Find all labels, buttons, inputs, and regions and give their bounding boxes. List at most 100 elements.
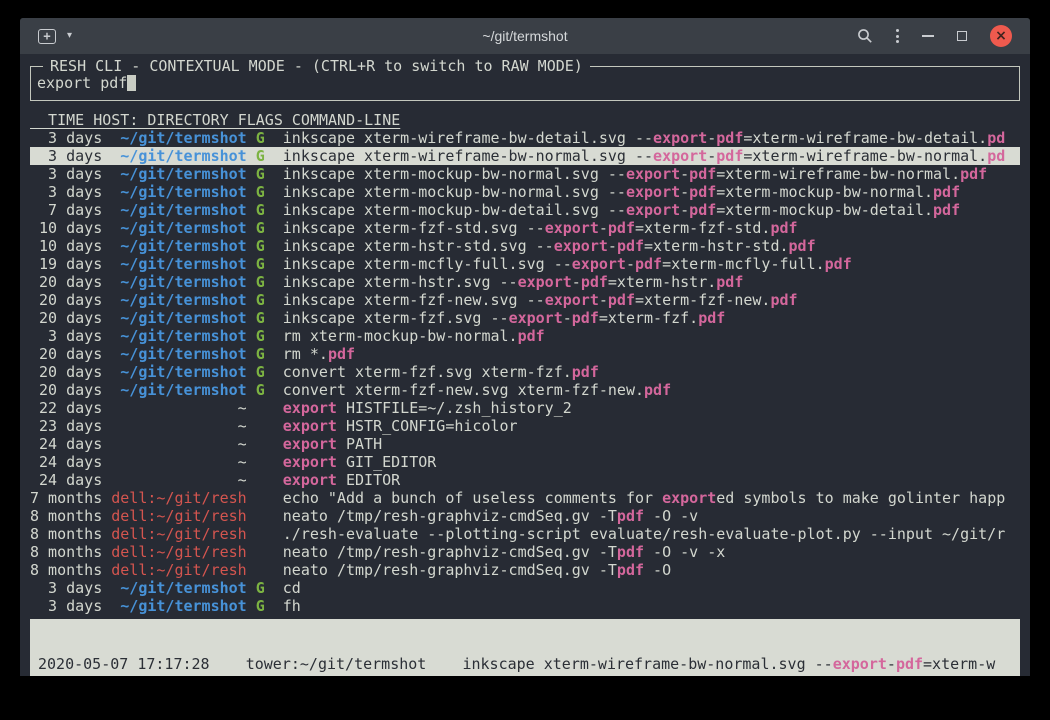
row-time: 24 days (30, 453, 102, 471)
history-rows: 3 days ~/git/termshot Ginkscape xterm-wire… (20, 129, 1030, 615)
table-row[interactable]: 3 days~/git/termshotGcd (30, 579, 1020, 597)
table-row[interactable]: 3 days~/git/termshotGinkscape xterm-mock… (30, 183, 1020, 201)
search-box[interactable]: RESH CLI - CONTEXTUAL MODE - (CTRL+R to … (30, 66, 1020, 101)
table-row[interactable]: 7 days ~/git/termshot Ginkscape xterm-mock… (30, 201, 1020, 219)
match-highlight: pdf (896, 655, 923, 673)
table-row[interactable]: 3 days~/git/termshotGinkscape xterm-wire… (30, 129, 1020, 147)
match-highlight: pdf (581, 273, 608, 291)
row-host-directory: dell:~/git/resh (111, 525, 246, 543)
match-highlight: export (572, 255, 626, 273)
row-time: 7 days (30, 201, 102, 219)
table-row[interactable]: 23 days~export HSTR_CONFIG=hicolor (30, 417, 1020, 435)
search-icon[interactable] (857, 28, 873, 44)
match-highlight: export (833, 655, 887, 673)
match-highlight: export (653, 129, 707, 147)
row-time: 3 days (30, 327, 102, 345)
table-row[interactable]: 8 monthsdell:~/git/reshneato /tmp/resh-g… (30, 507, 1020, 525)
row-command: inkscape xterm-wireframe-bw-normal.svg -… (283, 147, 1020, 165)
table-row[interactable]: 8 monthsdell:~/git/reshneato /tmp/resh-g… (30, 561, 1020, 579)
table-row[interactable]: 8 monthsdell:~/git/resh./resh-evaluate -… (30, 525, 1020, 543)
table-row[interactable]: 3 days~/git/termshotGinkscape xterm-mock… (30, 165, 1020, 183)
table-row[interactable]: 10 days~/git/termshotGinkscape xterm-fzf… (30, 219, 1020, 237)
row-time: 3 days (30, 165, 102, 183)
match-highlight: pdf (825, 255, 852, 273)
match-highlight: pdf (933, 183, 960, 201)
chevron-down-icon[interactable]: ▾ (67, 31, 72, 41)
row-flags: G (256, 129, 265, 147)
row-command: export GIT_EDITOR (283, 453, 1020, 471)
match-highlight: export (283, 417, 337, 435)
match-highlight: pdf (789, 237, 816, 255)
row-host-directory: ~ (111, 471, 246, 489)
row-command: convert xterm-fzf-new.svg xterm-fzf-new.… (283, 381, 1020, 399)
row-time: 19 days (30, 255, 102, 273)
table-row[interactable]: 19 days~/git/termshotGinkscape xterm-mcf… (30, 255, 1020, 273)
row-host-directory: ~/git/termshot (111, 291, 246, 309)
row-host-directory: ~/git/termshot (111, 201, 246, 219)
table-row[interactable]: 20 days~/git/termshotGrm *.pdf (30, 345, 1020, 363)
match-highlight: pdf (617, 507, 644, 525)
row-flags: G (256, 147, 265, 165)
row-command: neato /tmp/resh-graphviz-cmdSeq.gv -Tpdf… (283, 543, 1020, 561)
row-host-directory: dell:~/git/resh (111, 507, 246, 525)
search-input[interactable]: export pdf (37, 74, 127, 92)
row-command: neato /tmp/resh-graphviz-cmdSeq.gv -Tpdf… (283, 507, 1020, 525)
menu-icon[interactable] (896, 29, 899, 43)
table-row[interactable]: 20 days~/git/termshotGinkscape xterm-fzf… (30, 309, 1020, 327)
row-flags: G (256, 309, 265, 327)
new-tab-button[interactable]: + (38, 29, 56, 44)
row-time: 7 months (30, 489, 102, 507)
table-row[interactable]: 20 days~/git/termshotGinkscape xterm-hst… (30, 273, 1020, 291)
table-row[interactable]: 3 days~/git/termshotGfh (30, 597, 1020, 615)
table-row[interactable]: 20 days~/git/termshotGinkscape xterm-fzf… (30, 291, 1020, 309)
row-flags (256, 543, 265, 561)
titlebar: + ▾ ~/git/termshot × (20, 18, 1030, 54)
match-highlight: export (626, 183, 680, 201)
row-host-directory: ~ (111, 435, 246, 453)
row-command: rm *.pdf (283, 345, 1020, 363)
row-command: inkscape xterm-mcfly-full.svg --export-p… (283, 255, 1020, 273)
row-flags: G (256, 327, 265, 345)
table-row[interactable]: 20 days~/git/termshotGconvert xterm-fzf.… (30, 363, 1020, 381)
table-row[interactable]: 7 monthsdell:~/git/reshecho "Add a bunch… (30, 489, 1020, 507)
row-time: 10 days (30, 237, 102, 255)
row-command: ./resh-evaluate --plotting-script evalua… (283, 525, 1020, 543)
row-host-directory: dell:~/git/resh (111, 543, 246, 561)
row-command: neato /tmp/resh-graphviz-cmdSeq.gv -Tpdf… (283, 561, 1020, 579)
match-highlight: pdf (689, 165, 716, 183)
table-row[interactable]: 24 days~export PATH (30, 435, 1020, 453)
row-flags (256, 561, 265, 579)
row-command: export HSTR_CONFIG=hicolor (283, 417, 1020, 435)
table-row[interactable]: 24 days~export EDITOR (30, 471, 1020, 489)
table-row[interactable]: 20 days~/git/termshotGconvert xterm-fzf-… (30, 381, 1020, 399)
match-highlight: pdf (716, 273, 743, 291)
table-row[interactable]: 24 days~export GIT_EDITOR (30, 453, 1020, 471)
row-host-directory: ~/git/termshot (111, 183, 246, 201)
close-icon[interactable]: × (990, 25, 1012, 47)
table-row[interactable]: 3 days~/git/termshotGrm xterm-mockup-bw-… (30, 327, 1020, 345)
match-highlight: export (626, 201, 680, 219)
row-time: 3 days (30, 147, 102, 165)
row-flags: G (256, 201, 265, 219)
row-host-directory: ~ (111, 417, 246, 435)
match-highlight: export (545, 219, 599, 237)
row-command: inkscape xterm-mockup-bw-detail.svg --ex… (283, 201, 1020, 219)
titlebar-left-controls: + ▾ (38, 29, 72, 44)
match-highlight: export (283, 471, 337, 489)
row-flags: G (256, 363, 265, 381)
row-time: 20 days (30, 273, 102, 291)
row-time: 3 days (30, 597, 102, 615)
match-highlight: pdf (689, 183, 716, 201)
table-row[interactable]: 3 days~/git/termshotGinkscape xterm-wire… (30, 147, 1020, 165)
table-row[interactable]: 10 days~/git/termshotGinkscape xterm-hst… (30, 237, 1020, 255)
row-flags: G (256, 381, 265, 399)
table-row[interactable]: 8 monthsdell:~/git/reshneato /tmp/resh-g… (30, 543, 1020, 561)
restore-icon[interactable] (957, 31, 967, 41)
match-highlight: pdf (933, 201, 960, 219)
minimize-icon[interactable] (922, 35, 934, 37)
table-row[interactable]: 22 days~export HISTFILE=~/.zsh_history_2 (30, 399, 1020, 417)
match-highlight: export (545, 291, 599, 309)
match-highlight: export (283, 399, 337, 417)
row-flags: G (256, 165, 265, 183)
row-flags (256, 417, 265, 435)
